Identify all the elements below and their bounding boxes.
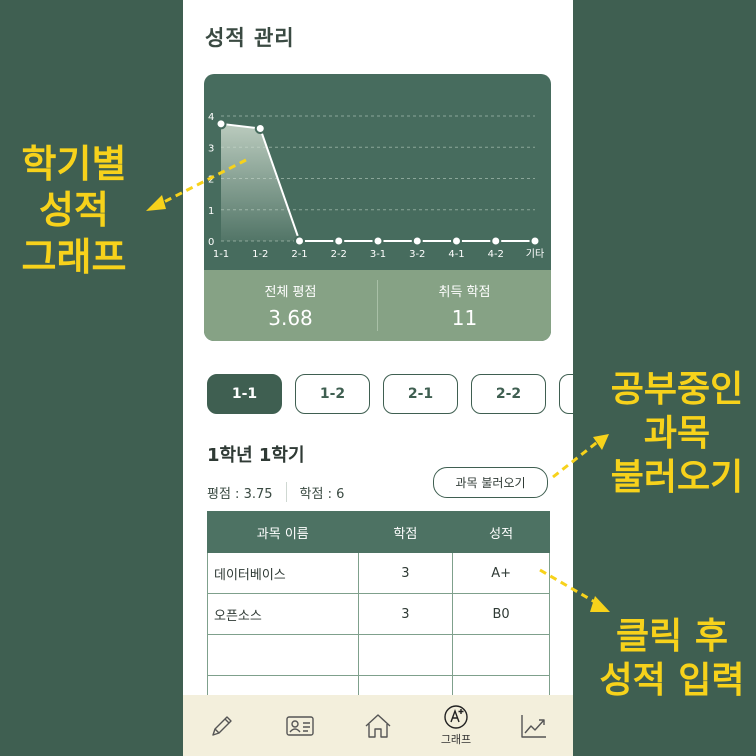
id-card-icon bbox=[286, 715, 314, 736]
tab-semester-1-2[interactable]: 1-2 bbox=[295, 374, 370, 414]
earned-credits-value: 11 bbox=[451, 306, 478, 330]
column-header-credit: 학점 bbox=[357, 511, 454, 553]
arrow-head-chart bbox=[146, 195, 166, 211]
chart-point bbox=[294, 235, 305, 247]
nav-label-graph: 그래프 bbox=[440, 733, 472, 746]
chart-point bbox=[451, 235, 462, 247]
grade-cell[interactable] bbox=[452, 634, 550, 676]
chart-point bbox=[529, 235, 541, 247]
chart-x-tick-label: 2-2 bbox=[331, 249, 347, 260]
arrow-head-grade bbox=[590, 596, 610, 612]
total-gpa-value: 3.68 bbox=[268, 306, 313, 330]
chart-point bbox=[490, 235, 502, 247]
total-gpa-label: 전체 평점 bbox=[264, 285, 317, 300]
earned-credits: 취득 학점 11 bbox=[378, 270, 551, 341]
tab-semester-2-1[interactable]: 2-1 bbox=[383, 374, 458, 414]
annotation-semester-graph-text: 학기별 성적 그래프 bbox=[21, 142, 127, 279]
course-name-cell: 오픈소스 bbox=[207, 593, 359, 635]
annotation-load-courses-text: 공부중인 과목 불러오기 bbox=[610, 369, 744, 498]
grade-summary: 전체 평점 3.68 취득 학점 11 bbox=[204, 270, 551, 341]
bottom-nav: 그래프 bbox=[183, 695, 573, 756]
table-header-row: 과목 이름 학점 성적 bbox=[207, 511, 550, 553]
annotation-enter-grade: 클릭 후 성적 입력 bbox=[588, 615, 756, 703]
home-icon bbox=[365, 713, 391, 738]
pencil-icon bbox=[212, 715, 232, 736]
chart-x-tick-label: 4-1 bbox=[448, 249, 464, 260]
annotation-enter-grade-text: 클릭 후 성적 입력 bbox=[599, 616, 745, 701]
nav-item-home[interactable] bbox=[339, 695, 417, 756]
nav-item-edit[interactable] bbox=[183, 695, 261, 756]
chart-x-tick-label: 기타 bbox=[526, 248, 544, 260]
chart-x-tick-label: 1-1 bbox=[213, 249, 229, 260]
tab-semester-2-2[interactable]: 2-2 bbox=[471, 374, 546, 414]
table-row bbox=[207, 634, 550, 676]
chart-point bbox=[254, 123, 266, 134]
load-courses-button[interactable]: 과목 불러오기 bbox=[433, 467, 548, 498]
chart-y-tick-label: 1 bbox=[208, 206, 214, 217]
tab-semester-1-1[interactable]: 1-1 bbox=[207, 374, 282, 414]
credit-cell: 3 bbox=[357, 593, 454, 635]
nav-item-profile[interactable] bbox=[261, 695, 339, 756]
semester-grade-chart: 0 1 2 3 4 1-1 1-2 2-1 2-2 3-1 3-2 4-1 4-2 기타 bbox=[208, 112, 544, 260]
column-header-course: 과목 이름 bbox=[207, 511, 359, 553]
chart-point bbox=[372, 235, 384, 247]
table-row: 데이터베이스 3 A+ bbox=[207, 552, 550, 594]
grade-cell[interactable]: B0 bbox=[452, 593, 550, 635]
chart-point bbox=[215, 118, 227, 130]
chart-y-tick-label: 2 bbox=[208, 175, 214, 186]
chart-x-tick-label: 4-2 bbox=[488, 249, 504, 260]
chart-x-tick-label: 3-2 bbox=[409, 249, 425, 260]
course-name-cell bbox=[207, 634, 359, 676]
stats-divider bbox=[285, 482, 287, 502]
semester-stats: 평점 : 3.75 학점 : 6 bbox=[207, 482, 344, 502]
credit-cell: 3 bbox=[357, 552, 454, 594]
chart-y-tick-label: 0 bbox=[208, 237, 214, 248]
chart-area-fill bbox=[221, 123, 535, 241]
grade-table: 과목 이름 학점 성적 데이터베이스 3 A+ 오픈소스 3 B0 bbox=[207, 511, 550, 717]
semester-tabs: 1-1 1-2 2-1 2-2 bbox=[207, 374, 573, 416]
chart-y-tick-label: 3 bbox=[208, 143, 214, 154]
grade-a-plus-icon bbox=[444, 705, 468, 729]
credit-cell bbox=[357, 634, 454, 676]
trend-chart-icon bbox=[521, 714, 546, 738]
chart-y-tick-label: 4 bbox=[208, 112, 214, 123]
chart-point bbox=[333, 235, 345, 247]
phone-screen: 성적 관리 0 1 2 3 4 1-1 1-2 2-1 2-2 3-1 3-2 4-1 4-2 기타 전체… bbox=[183, 0, 573, 756]
semester-gpa: 평점 : 3.75 bbox=[207, 486, 273, 502]
chart-x-tick-label: 1-2 bbox=[252, 249, 268, 260]
course-name-cell: 데이터베이스 bbox=[207, 552, 359, 594]
chart-x-tick-label: 3-1 bbox=[370, 249, 386, 260]
column-header-grade: 성적 bbox=[452, 511, 550, 553]
chart-point bbox=[411, 235, 423, 247]
tab-semester-next[interactable] bbox=[559, 374, 573, 414]
grade-cell[interactable]: A+ bbox=[452, 552, 550, 594]
earned-credits-label: 취득 학점 bbox=[438, 285, 491, 300]
annotation-load-courses: 공부중인 과목 불러오기 bbox=[598, 368, 756, 500]
chart-x-tick-label: 2-1 bbox=[291, 249, 307, 260]
page-title: 성적 관리 bbox=[205, 26, 295, 50]
semester-credits: 학점 : 6 bbox=[299, 486, 345, 502]
semester-title: 1학년 1학기 bbox=[207, 445, 305, 466]
grade-chart-card: 0 1 2 3 4 1-1 1-2 2-1 2-2 3-1 3-2 4-1 4-2 기타 전체 평점 3.… bbox=[204, 74, 551, 341]
total-gpa: 전체 평점 3.68 bbox=[204, 270, 377, 341]
nav-item-graph[interactable]: 그래프 bbox=[417, 695, 495, 756]
nav-item-trend[interactable] bbox=[495, 695, 573, 756]
table-row: 오픈소스 3 B0 bbox=[207, 593, 550, 635]
annotation-semester-graph: 학기별 성적 그래프 bbox=[5, 141, 143, 280]
